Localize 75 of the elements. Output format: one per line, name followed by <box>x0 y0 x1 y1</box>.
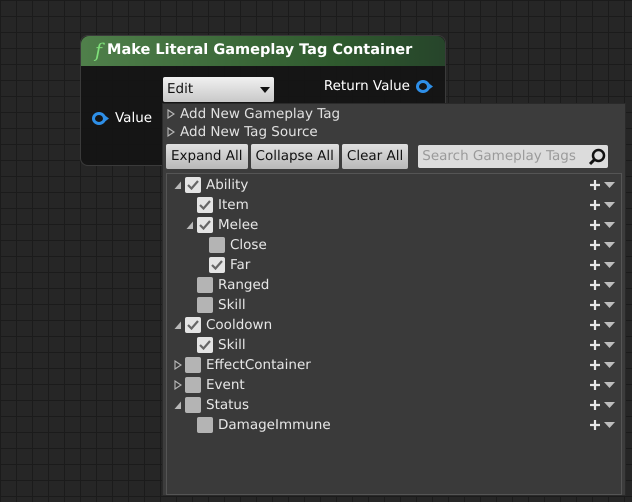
tag-label: Far <box>230 256 250 275</box>
checkbox[interactable] <box>197 417 213 433</box>
dropdown-arrow-icon[interactable] <box>604 282 615 288</box>
function-icon: f <box>95 42 102 60</box>
tag-label: Item <box>218 196 249 215</box>
dropdown-arrow-icon[interactable] <box>604 342 615 348</box>
add-icon[interactable] <box>590 240 600 250</box>
add-icon[interactable] <box>590 340 600 350</box>
checkbox[interactable] <box>209 237 225 253</box>
tag-label: Event <box>206 376 245 395</box>
tag-label: EffectContainer <box>206 356 311 375</box>
checkbox[interactable] <box>185 317 201 333</box>
collapsed-arrow-icon[interactable] <box>174 380 182 390</box>
tag-label: Ranged <box>218 276 270 295</box>
search-field[interactable]: Search Gameplay Tags <box>418 145 608 168</box>
collapsed-arrow-icon[interactable] <box>174 360 182 370</box>
collapsed-arrow-icon[interactable] <box>167 109 175 119</box>
dropdown-arrow-icon[interactable] <box>604 322 615 328</box>
checkbox[interactable] <box>185 357 201 373</box>
tag-label: Skill <box>218 336 246 355</box>
search-icon[interactable] <box>588 148 606 166</box>
dropdown-arrow-icon[interactable] <box>604 382 615 388</box>
checkbox[interactable] <box>197 277 213 293</box>
tag-label: Melee <box>218 216 258 235</box>
pin-label: Value <box>115 109 152 128</box>
add-icon[interactable] <box>590 300 600 310</box>
checkbox[interactable] <box>197 297 213 313</box>
expanded-arrow-icon[interactable] <box>174 400 182 410</box>
expanded-arrow-icon[interactable] <box>186 220 194 230</box>
checkbox[interactable] <box>185 177 201 193</box>
expanded-arrow-icon[interactable] <box>174 180 182 190</box>
dropdown-arrow-icon[interactable] <box>604 402 615 408</box>
section-expander[interactable]: Add New Gameplay Tag <box>167 105 625 123</box>
collapsed-arrow-icon[interactable] <box>167 127 175 137</box>
dropdown-arrow-icon[interactable] <box>604 242 615 248</box>
checkbox[interactable] <box>197 337 213 353</box>
add-icon[interactable] <box>590 200 600 210</box>
pin-icon[interactable] <box>92 112 109 125</box>
dropdown-arrow-icon[interactable] <box>604 302 615 308</box>
toolbar-button[interactable]: Expand All <box>166 144 248 169</box>
add-icon[interactable] <box>590 380 600 390</box>
pin-label: Return Value <box>324 77 410 96</box>
caret-icon <box>260 86 270 92</box>
add-icon[interactable] <box>590 180 600 190</box>
checkbox[interactable] <box>209 257 225 273</box>
edit-dropdown[interactable]: Edit <box>163 77 274 102</box>
tag-label: Skill <box>218 296 246 315</box>
tag-label: Close <box>230 236 267 255</box>
dropdown-arrow-icon[interactable] <box>604 262 615 268</box>
tag-label: DamageImmune <box>218 416 331 435</box>
expanded-arrow-icon[interactable] <box>174 320 182 330</box>
node-title: Make Literal Gameplay Tag Container <box>107 41 412 60</box>
checkbox[interactable] <box>185 377 201 393</box>
dropdown-arrow-icon[interactable] <box>604 222 615 228</box>
add-icon[interactable] <box>590 220 600 230</box>
dropdown-arrow-icon[interactable] <box>604 182 615 188</box>
checkbox[interactable] <box>197 217 213 233</box>
add-icon[interactable] <box>590 360 600 370</box>
add-icon[interactable] <box>590 400 600 410</box>
add-icon[interactable] <box>590 320 600 330</box>
toolbar-button[interactable]: Collapse All <box>250 144 339 169</box>
dropdown-arrow-icon[interactable] <box>604 202 615 208</box>
tag-label: Cooldown <box>206 316 272 335</box>
pin-icon[interactable] <box>416 80 433 93</box>
add-icon[interactable] <box>590 420 600 430</box>
tag-label: Ability <box>206 176 248 195</box>
dropdown-arrow-icon[interactable] <box>604 362 615 368</box>
section-expander[interactable]: Add New Tag Source <box>167 123 625 141</box>
toolbar-button[interactable]: Clear All <box>342 144 408 169</box>
checkbox[interactable] <box>197 197 213 213</box>
add-icon[interactable] <box>590 260 600 270</box>
dropdown-arrow-icon[interactable] <box>604 422 615 428</box>
tag-label: Status <box>206 396 250 415</box>
add-icon[interactable] <box>590 280 600 290</box>
checkbox[interactable] <box>185 397 201 413</box>
